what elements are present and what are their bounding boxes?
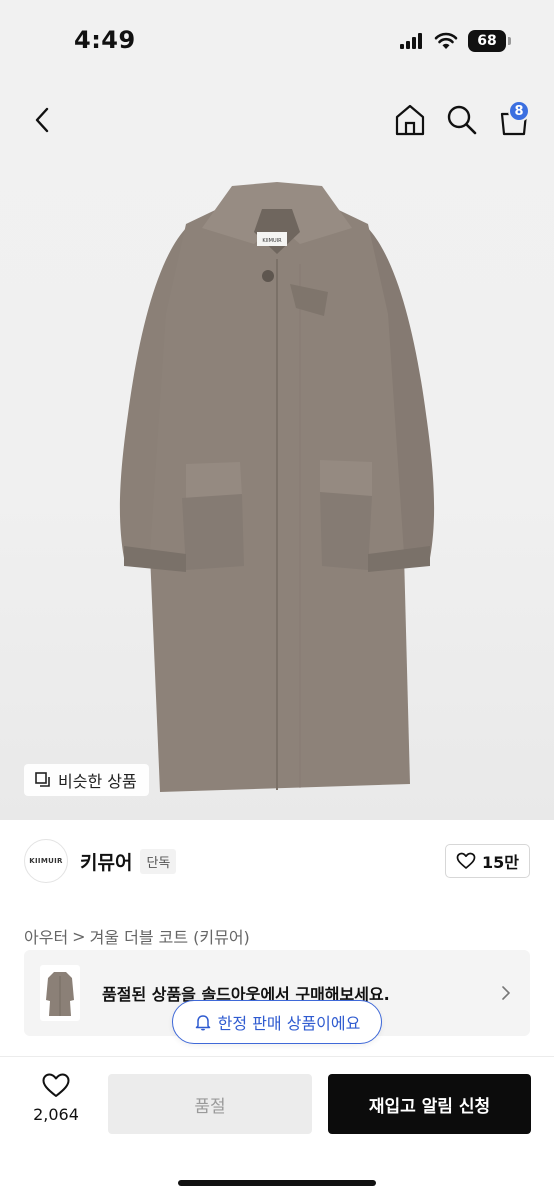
similar-products-label: 비슷한 상품	[58, 772, 137, 791]
back-button[interactable]	[24, 102, 60, 138]
battery-icon: 68	[468, 30, 511, 52]
soldout-button: 품절	[108, 1074, 312, 1134]
brand-name[interactable]: 키뮤어	[80, 848, 132, 875]
breadcrumb-category[interactable]: 아우터	[24, 924, 68, 948]
exclusive-badge: 단독	[140, 848, 177, 874]
status-time: 4:49	[74, 26, 136, 54]
limited-sale-label: 한정 판매 상품이에요	[217, 1014, 361, 1033]
brand-row: KIIMUIR 키뮤어 단독 15만	[24, 838, 530, 884]
status-bar: 4:49 68	[0, 0, 554, 84]
copy-icon	[35, 772, 50, 787]
home-indicator	[178, 1180, 376, 1186]
restock-alert-button[interactable]: 재입고 알림 신청	[328, 1074, 531, 1134]
chevron-right-icon	[502, 986, 510, 1000]
home-icon	[395, 104, 425, 136]
bell-icon	[195, 1015, 210, 1031]
coat-illustration: KIIMUIR	[119, 182, 435, 792]
brand-like-button[interactable]: 15만	[445, 844, 530, 878]
heart-icon	[456, 852, 476, 869]
breadcrumb-separator: >	[72, 926, 86, 946]
product-image[interactable]: KIIMUIR	[0, 84, 554, 820]
coat-thumbnail-icon	[46, 972, 74, 1016]
search-button[interactable]	[442, 100, 482, 140]
status-icons: 68	[400, 30, 511, 52]
similar-products-button[interactable]: 비슷한 상품	[24, 764, 149, 796]
search-icon	[447, 105, 477, 135]
wishlist-button[interactable]: 2,064	[24, 1072, 88, 1124]
limited-sale-pill: 한정 판매 상품이에요	[172, 1000, 382, 1044]
brand-like-count: 15만	[482, 853, 519, 872]
brand-logo[interactable]: KIIMUIR	[24, 839, 68, 883]
signal-icon	[400, 33, 422, 49]
breadcrumb: 아우터 > 겨울 더블 코트 (키뮤어)	[24, 924, 250, 948]
home-button[interactable]	[390, 100, 430, 140]
coat-label: KIIMUIR	[262, 238, 282, 244]
heart-icon	[42, 1073, 70, 1097]
cart-count-badge: 8	[508, 100, 530, 122]
chevron-left-icon	[35, 107, 49, 133]
breadcrumb-product[interactable]: 겨울 더블 코트 (키뮤어)	[90, 924, 250, 948]
wifi-icon	[434, 32, 458, 49]
wishlist-count: 2,064	[33, 1105, 79, 1124]
product-thumbnail	[40, 965, 80, 1021]
